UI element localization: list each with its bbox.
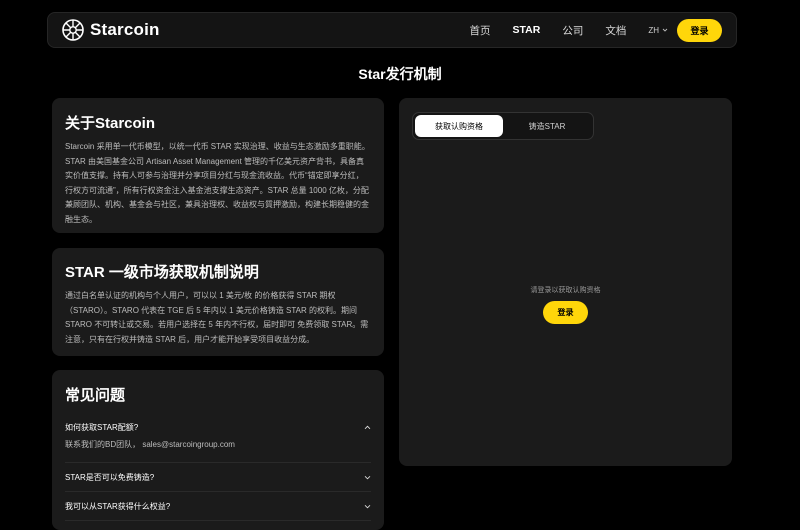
subscription-panel: 获取认购资格 铸造STAR 请登录以获取认购资格 登录	[399, 98, 732, 466]
faq-title: 常见问题	[65, 387, 126, 404]
chevron-up-icon	[364, 425, 371, 429]
about-card: 关于Starcoin Starcoin 采用单一代币模型，以统一代币 STAR …	[52, 98, 384, 233]
language-label: ZH	[648, 25, 659, 35]
nav-link-home[interactable]: 首页	[470, 23, 491, 38]
faq-question-text: STAR是否可以免费铸造?	[65, 472, 155, 482]
faq-question[interactable]: 我可以从STAR获得什么权益?	[65, 492, 371, 520]
nav-link-docs[interactable]: 文档	[605, 23, 626, 38]
faq-item: 如何获取STAR配额? 联系我们的BD团队， sales@starcoingro…	[65, 413, 371, 463]
tab-subscription-eligibility[interactable]: 获取认购资格	[415, 115, 503, 137]
faq-item: 我可以从STAR获得什么权益?	[65, 492, 371, 521]
brand[interactable]: Starcoin	[62, 19, 160, 41]
chevron-down-icon	[364, 504, 371, 508]
market-title: STAR 一级市场获取机制说明	[65, 264, 259, 281]
language-selector[interactable]: ZH	[648, 26, 668, 35]
faq-question[interactable]: STAR是否可以免费铸造?	[65, 463, 371, 491]
starcoin-logo-icon	[62, 19, 84, 41]
chevron-down-icon	[364, 475, 371, 479]
login-button[interactable]: 登录	[677, 18, 722, 42]
panel-login-button[interactable]: 登录	[543, 301, 588, 324]
panel-tabs: 获取认购资格 铸造STAR	[412, 112, 594, 140]
faq-question[interactable]: 如何获取STAR配额?	[65, 413, 371, 441]
market-mechanism-card: STAR 一级市场获取机制说明 通过白名单认证的机构与个人用户，可以以 1 美元…	[52, 248, 384, 356]
faq-question-text: 我可以从STAR获得什么权益?	[65, 501, 171, 511]
market-body: 通过白名单认证的机构与个人用户，可以以 1 美元/枚 的价格获得 STAR 期权…	[65, 291, 369, 344]
about-title: 关于Starcoin	[65, 115, 156, 132]
about-body: Starcoin 采用单一代币模型，以统一代币 STAR 实现治理、收益与生态激…	[65, 142, 370, 224]
faq-answer: 联系我们的BD团队， sales@starcoingroup.com	[65, 440, 235, 449]
nav-link-star[interactable]: STAR	[513, 24, 541, 36]
faq-question-text: 如何获取STAR配额?	[65, 422, 139, 432]
nav-link-company[interactable]: 公司	[562, 23, 583, 38]
page-title: Star发行机制	[358, 66, 442, 82]
tab-mint-star[interactable]: 铸造STAR	[503, 115, 591, 137]
login-prompt: 请登录以获取认购资格	[530, 287, 601, 294]
brand-name: Starcoin	[90, 20, 160, 39]
faq-card: 常见问题 如何获取STAR配额? 联系我们的BD团队， sales@starco…	[52, 370, 384, 530]
top-navbar: Starcoin 首页 STAR 公司 文档 ZH 登录	[47, 12, 737, 48]
faq-item: STAR是否可以免费铸造?	[65, 463, 371, 492]
chevron-down-icon	[662, 28, 668, 32]
nav-links: 首页 STAR 公司 文档 ZH 登录	[448, 18, 722, 42]
